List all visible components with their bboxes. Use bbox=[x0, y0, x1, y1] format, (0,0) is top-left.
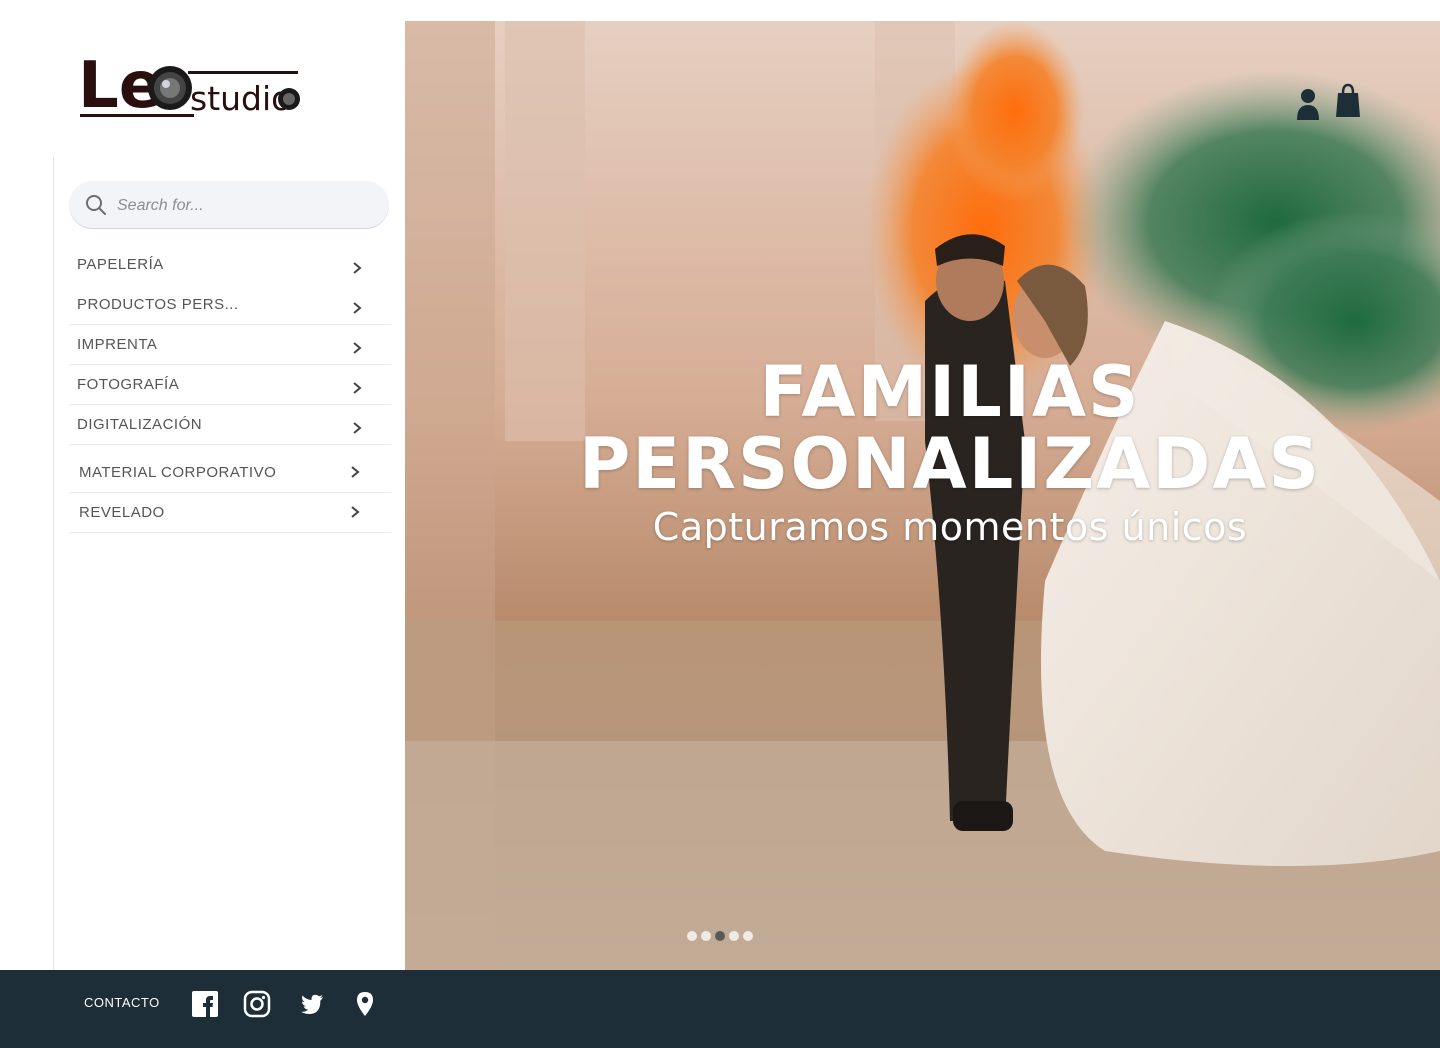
sidebar-divider bbox=[53, 157, 54, 970]
sidebar-item-revelado[interactable]: REVELADO bbox=[69, 493, 391, 533]
hero-title: FAMILIAS PERSONALIZADAS bbox=[405, 356, 1440, 500]
sidebar: Le studio PAPELERÍA PRODUCTOS PERS... IM… bbox=[0, 0, 405, 970]
sidebar-item-label: MATERIAL CORPORATIVO bbox=[79, 464, 277, 481]
footer: CONTACTO bbox=[0, 970, 1440, 1048]
slider-dot-active[interactable] bbox=[715, 931, 725, 941]
facebook-icon[interactable] bbox=[191, 990, 219, 1018]
sidebar-item-label: IMPRENTA bbox=[77, 336, 158, 353]
chevron-right-icon bbox=[351, 506, 360, 518]
sidebar-item-papeleria[interactable]: PAPELERÍA bbox=[69, 245, 391, 285]
instagram-icon[interactable] bbox=[243, 990, 271, 1018]
category-menu: PAPELERÍA PRODUCTOS PERS... IMPRENTA FOT… bbox=[69, 245, 391, 533]
hero-title-line-1: FAMILIAS bbox=[759, 351, 1141, 433]
hero-subtitle: Capturamos momentos únicos bbox=[652, 505, 1248, 549]
sidebar-item-fotografia[interactable]: FOTOGRAFÍA bbox=[69, 365, 391, 405]
slider-pagination bbox=[687, 931, 753, 941]
slider-dot[interactable] bbox=[729, 931, 739, 941]
user-account-icon[interactable] bbox=[1296, 87, 1320, 121]
sidebar-item-label: DIGITALIZACIÓN bbox=[77, 416, 203, 433]
chevron-right-icon bbox=[351, 466, 360, 478]
chevron-right-icon bbox=[353, 422, 362, 434]
leostudio-logo[interactable]: Le studio bbox=[78, 48, 304, 122]
hero-title-line-2: PERSONALIZADAS bbox=[579, 423, 1321, 505]
twitter-icon[interactable] bbox=[298, 990, 326, 1018]
slider-dot[interactable] bbox=[743, 931, 753, 941]
sidebar-item-label: REVELADO bbox=[79, 504, 165, 521]
sidebar-item-productos-personalizados[interactable]: PRODUCTOS PERS... bbox=[69, 285, 391, 325]
chevron-right-icon bbox=[353, 262, 362, 274]
svg-text:studio: studio bbox=[190, 79, 291, 118]
location-pin-icon[interactable] bbox=[351, 990, 379, 1018]
slider-dot[interactable] bbox=[687, 931, 697, 941]
sidebar-item-imprenta[interactable]: IMPRENTA bbox=[69, 325, 391, 365]
sidebar-item-digitalizacion[interactable]: DIGITALIZACIÓN bbox=[69, 405, 391, 445]
chevron-right-icon bbox=[353, 302, 362, 314]
sidebar-item-label: FOTOGRAFÍA bbox=[77, 376, 180, 393]
search-icon bbox=[86, 195, 106, 215]
shopping-bag-icon[interactable] bbox=[1335, 83, 1361, 119]
search-input[interactable] bbox=[115, 181, 379, 230]
hero-slider[interactable]: FAMILIAS PERSONALIZADAS Capturamos momen… bbox=[405, 21, 1440, 970]
contact-link[interactable]: CONTACTO bbox=[84, 995, 160, 1010]
sidebar-item-label: PAPELERÍA bbox=[77, 256, 164, 273]
chevron-right-icon bbox=[353, 382, 362, 394]
slider-dot[interactable] bbox=[701, 931, 711, 941]
search-bar[interactable] bbox=[69, 181, 389, 230]
chevron-right-icon bbox=[353, 342, 362, 354]
sidebar-item-label: PRODUCTOS PERS... bbox=[77, 296, 239, 313]
sidebar-item-material-corporativo[interactable]: MATERIAL CORPORATIVO bbox=[69, 445, 391, 493]
